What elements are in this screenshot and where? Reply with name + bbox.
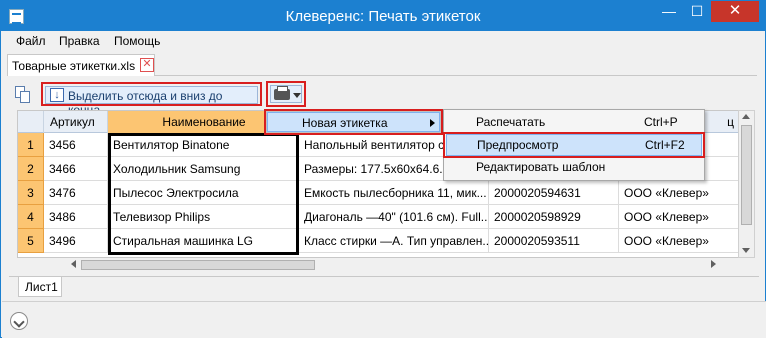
cell-name[interactable]: Телевизор Philips (108, 205, 299, 229)
cell-desc[interactable]: Диагональ —40" (101.6 см). Full... (299, 205, 489, 229)
cell-name[interactable]: Вентилятор Binatone (108, 133, 299, 157)
menu-file[interactable]: Файл (16, 34, 46, 48)
menu-item-print-shortcut: Ctrl+P (644, 115, 678, 129)
cell-name[interactable]: Стиральная машинка LG (108, 229, 299, 253)
menu-item-edit-template-label: Редактировать шаблон (476, 160, 606, 174)
row-number[interactable]: 1 (18, 133, 44, 157)
cell-article[interactable]: 3496 (44, 229, 108, 253)
menu-help[interactable]: Помощь (114, 34, 160, 48)
tab-close-icon[interactable]: ✕ (140, 58, 154, 72)
table-row[interactable]: 5 3496 Стиральная машинка LG Класс стирк… (18, 229, 740, 253)
cell-maker[interactable]: ООО «Клевер» (619, 205, 739, 229)
cell-article[interactable]: 3456 (44, 133, 108, 157)
row-number[interactable]: 3 (18, 181, 44, 205)
vertical-scrollbar[interactable] (738, 110, 755, 258)
chevron-down-icon (293, 93, 301, 98)
main-window: Клеверенс: Печать этикеток — ☐ ✕ Файл Пр… (0, 0, 766, 338)
maximize-button[interactable]: ☐ (683, 1, 711, 22)
cell-barcode[interactable]: 2000020598929 (489, 205, 619, 229)
table-row[interactable]: 4 3486 Телевизор Philips Диагональ —40" … (18, 205, 740, 229)
document-tab-label: Товарные этикетки.xls (12, 59, 136, 73)
scroll-right-icon[interactable] (711, 260, 716, 268)
select-down-button[interactable]: ↓ Выделить отсюда и вниз до конца (45, 86, 258, 117)
menu-edit[interactable]: Правка (59, 34, 100, 48)
close-button[interactable]: ✕ (711, 1, 759, 22)
print-button-outline (266, 81, 306, 107)
scroll-up-icon[interactable] (742, 114, 750, 119)
cell-barcode[interactable]: 2000020593511 (489, 229, 619, 253)
window-title: Клеверенс: Печать этикеток (285, 8, 481, 25)
row-number[interactable]: 4 (18, 205, 44, 229)
horizontal-scrollbar[interactable] (17, 259, 739, 271)
column-header-article[interactable]: Артикул (44, 111, 108, 133)
table-row[interactable]: 3 3476 Пылесос Электросила Емкость пылес… (18, 181, 740, 205)
cell-article[interactable]: 3466 (44, 157, 108, 181)
toolbar: ↓ Выделить отсюда и вниз до конца (9, 81, 759, 117)
cell-desc[interactable]: Емкость пылесборника 11, мик... (299, 181, 489, 205)
menu-item-preview-shortcut: Ctrl+F2 (645, 138, 685, 152)
sheet-tab[interactable]: Лист1 (18, 277, 62, 297)
cell-maker[interactable]: ООО «Клевер» (619, 229, 739, 253)
expand-icon[interactable] (10, 312, 28, 330)
status-bar (2, 301, 766, 338)
submenu-arrow-icon (430, 119, 435, 127)
cell-article[interactable]: 3476 (44, 181, 108, 205)
cell-name[interactable]: Холодильник Samsung (108, 157, 299, 181)
sheet-tab-divider (9, 276, 759, 277)
submenu: Распечатать Ctrl+P Предпросмотр Ctrl+F2 … (443, 109, 705, 181)
cell-name[interactable]: Пылесос Электросила (108, 181, 299, 205)
select-down-icon: ↓ (50, 88, 64, 102)
menu-item-new-label-text: Новая этикетка (302, 116, 388, 130)
menu-item-preview-label: Предпросмотр (477, 138, 559, 152)
horizontal-scroll-thumb[interactable] (81, 260, 315, 270)
minimize-button[interactable]: — (655, 1, 683, 22)
cell-maker[interactable]: ООО «Клевер» (619, 181, 739, 205)
document-tab[interactable]: Товарные этикетки.xls ✕ (7, 54, 155, 76)
cell-barcode[interactable]: 2000020594631 (489, 181, 619, 205)
select-down-outline: ↓ Выделить отсюда и вниз до конца (41, 82, 262, 117)
copy-icon[interactable] (13, 85, 33, 105)
corner-cell[interactable] (18, 111, 44, 133)
menu-item-preview[interactable]: Предпросмотр Ctrl+F2 (446, 134, 702, 156)
menu-item-print[interactable]: Распечатать Ctrl+P (446, 112, 702, 134)
context-menu: Новая этикетка (266, 111, 441, 133)
cell-desc[interactable]: Класс стирки —А. Тип управлен... (299, 229, 489, 253)
row-number[interactable]: 2 (18, 157, 44, 181)
scroll-left-icon[interactable] (71, 260, 76, 268)
print-button[interactable] (270, 85, 302, 103)
row-number[interactable]: 5 (18, 229, 44, 253)
document-tabstrip: Товарные этикетки.xls ✕ (7, 54, 757, 76)
menu-item-edit-template[interactable]: Редактировать шаблон (446, 157, 702, 179)
menu-item-print-label: Распечатать (476, 115, 546, 129)
cell-article[interactable]: 3486 (44, 205, 108, 229)
scroll-down-icon[interactable] (742, 248, 750, 253)
printer-icon (274, 86, 290, 100)
vertical-scroll-thumb[interactable] (741, 125, 752, 225)
title-bar: Клеверенс: Печать этикеток — ☐ ✕ (1, 1, 765, 31)
menu-item-new-label[interactable]: Новая этикетка (267, 112, 440, 132)
